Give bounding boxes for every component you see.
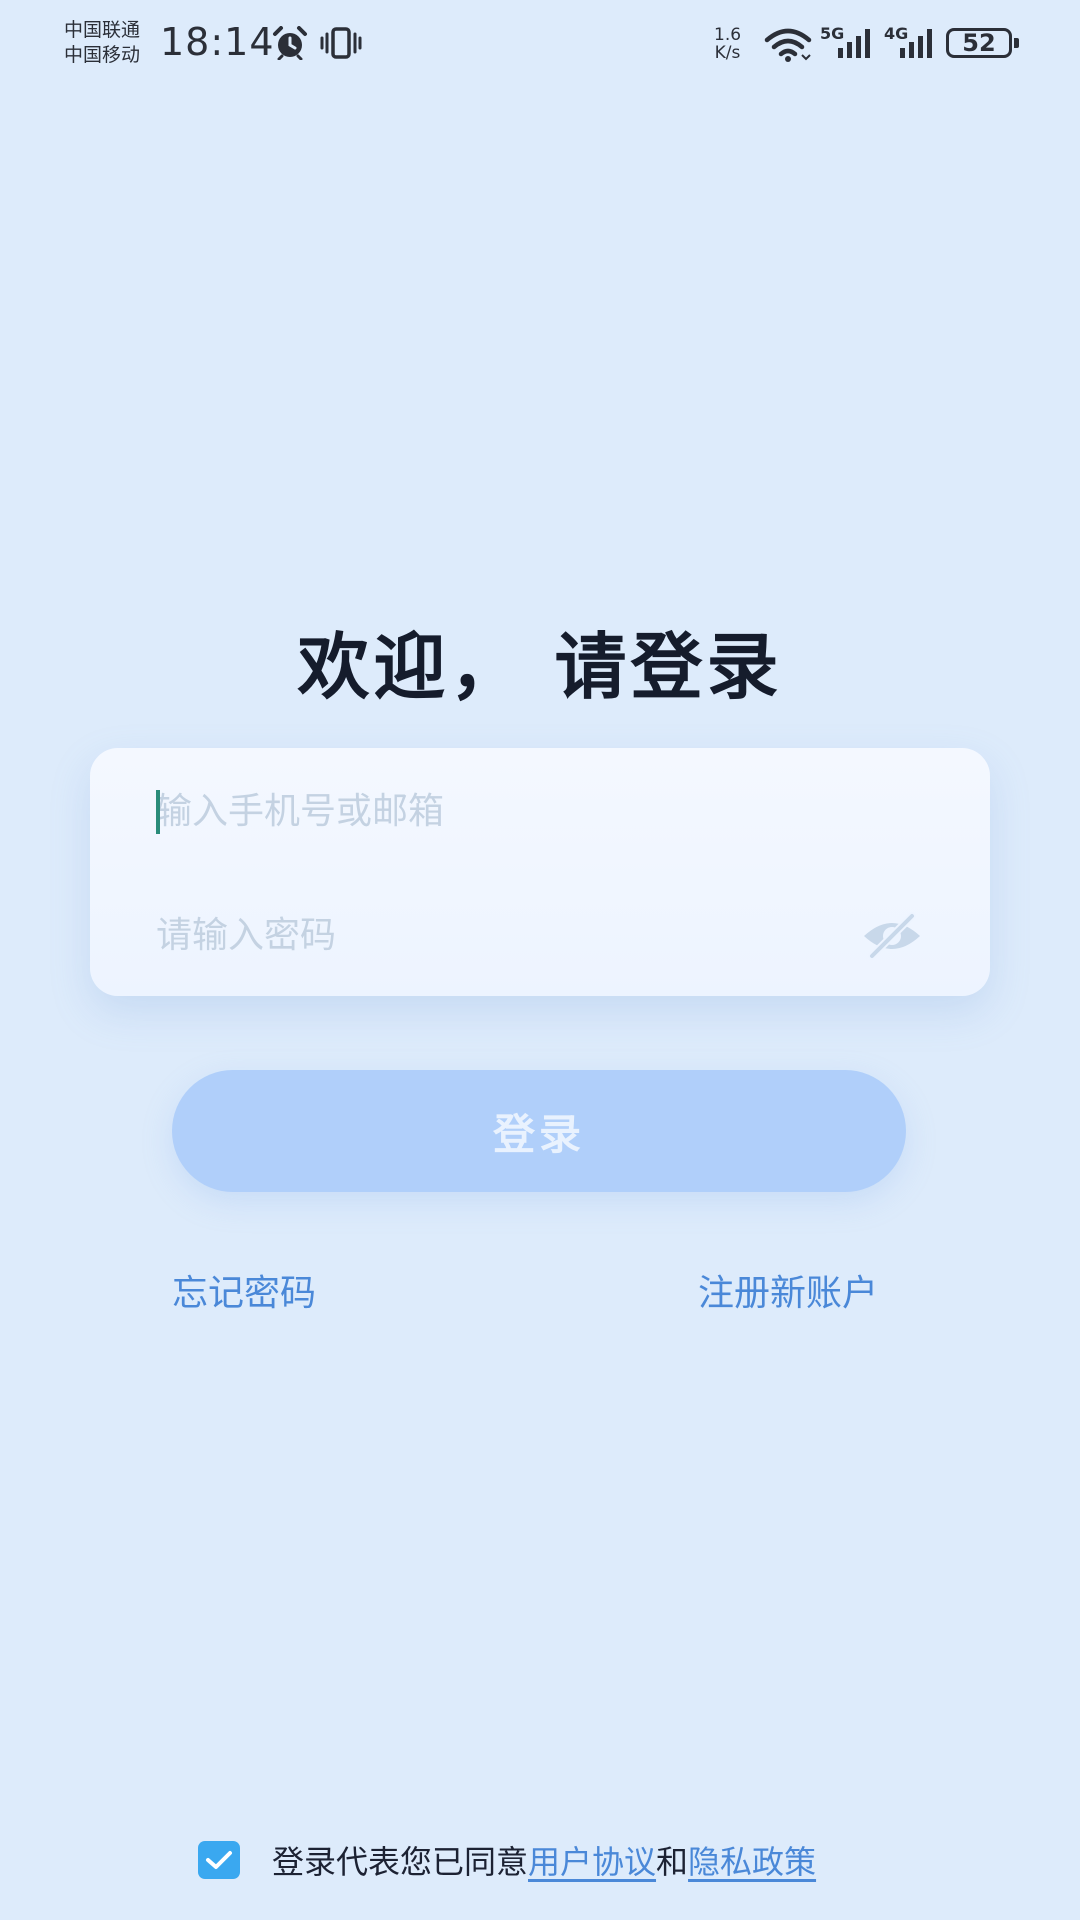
- page-title: 欢迎， 请登录: [297, 625, 783, 709]
- agreement-row: 登录代表您已同意 用户协议 和 隐私政策: [198, 1838, 816, 1882]
- eye-off-icon[interactable]: [860, 908, 924, 964]
- battery-icon: 52: [946, 28, 1012, 58]
- vibrate-icon: [320, 27, 362, 59]
- password-input[interactable]: [156, 902, 856, 968]
- register-link[interactable]: 注册新账户: [698, 1264, 878, 1316]
- account-input[interactable]: [156, 778, 856, 844]
- wifi-icon: [764, 28, 812, 62]
- alarm-icon: [273, 26, 307, 60]
- status-bar: 中国联通 中国移动 18:14 1.6 K/s 5G 4G 52: [0, 0, 1080, 90]
- login-form-card: [90, 748, 990, 996]
- status-time: 18:14: [160, 20, 275, 64]
- battery-terminal: [1014, 38, 1019, 48]
- network-speed: 1.6 K/s: [714, 26, 741, 62]
- battery-level: 52: [962, 29, 996, 57]
- carrier-names: 中国联通 中国移动: [64, 18, 140, 68]
- privacy-policy-link[interactable]: 隐私政策: [688, 1837, 816, 1883]
- user-agreement-link[interactable]: 用户协议: [528, 1837, 656, 1883]
- login-button[interactable]: 登录: [172, 1070, 906, 1192]
- signal-5g-icon: [838, 29, 870, 58]
- forgot-password-link[interactable]: 忘记密码: [172, 1264, 316, 1316]
- agreement-text: 登录代表您已同意: [272, 1843, 529, 1881]
- network-speed-unit: K/s: [714, 43, 741, 63]
- network-speed-value: 1.6: [714, 25, 742, 45]
- carrier-1: 中国联通: [64, 19, 141, 41]
- carrier-2: 中国移动: [64, 44, 141, 66]
- agreement-checkbox[interactable]: [198, 1841, 240, 1879]
- text-caret: [156, 790, 160, 834]
- signal-4g-icon: [900, 29, 932, 58]
- checkmark-icon: [206, 1851, 232, 1869]
- agreement-conjunction: 和: [656, 1843, 689, 1881]
- account-field: [90, 748, 990, 872]
- password-field: [90, 872, 990, 996]
